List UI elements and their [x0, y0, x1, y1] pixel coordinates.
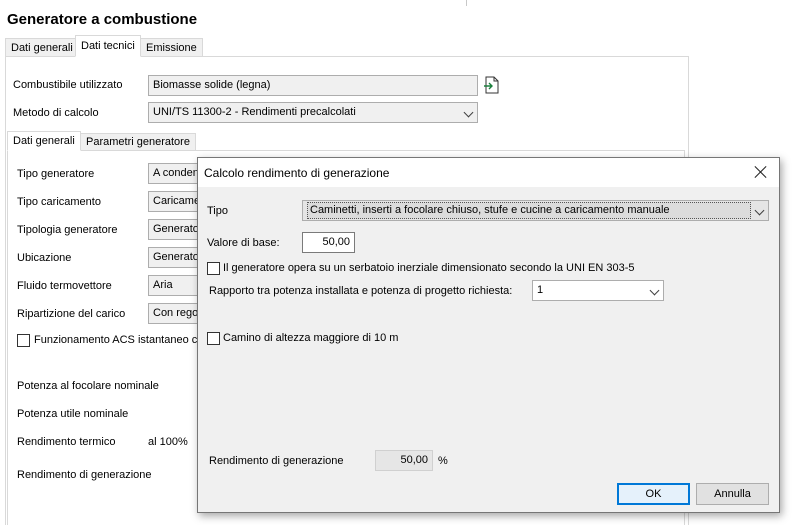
rapporto-label: Rapporto tra potenza installata e potenz…	[209, 285, 513, 297]
chevron-down-icon	[754, 205, 765, 216]
ok-button[interactable]: OK	[617, 483, 690, 505]
cancel-button[interactable]: Annulla	[696, 483, 769, 505]
tipologia-generatore-label: Tipologia generatore	[17, 224, 118, 236]
valore-base-input[interactable]: 50,00	[302, 232, 355, 253]
dialog-tipo-value: Caminetti, inserti a focolare chiuso, st…	[307, 202, 751, 219]
dialog-rendimento-label: Rendimento di generazione	[209, 455, 344, 467]
camino-label: Camino di altezza maggiore di 10 m	[223, 332, 399, 344]
fuel-label: Combustibile utilizzato	[13, 79, 123, 91]
calcolo-rendimento-dialog: Calcolo rendimento di generazione Tipo C…	[197, 157, 780, 513]
rapporto-select[interactable]: 1	[532, 280, 664, 301]
dialog-title: Calcolo rendimento di generazione	[204, 166, 390, 180]
acs-label: Funzionamento ACS istantaneo con	[34, 334, 210, 346]
dialog-rendimento-unit: %	[438, 455, 448, 467]
tipo-caricamento-label: Tipo caricamento	[17, 196, 101, 208]
tipo-generatore-label: Tipo generatore	[17, 168, 95, 180]
method-label: Metodo di calcolo	[13, 107, 99, 119]
rapporto-value: 1	[537, 284, 544, 296]
dialog-rendimento-value: 50,00	[375, 450, 433, 471]
method-select-value: UNI/TS 11300-2 - Rendimenti precalcolati	[153, 106, 356, 118]
subtab-dati-generali[interactable]: Dati generali	[7, 131, 81, 151]
select-fuel-icon[interactable]	[484, 76, 500, 94]
serbatoio-checkbox[interactable]	[207, 262, 220, 275]
ubicazione-label: Ubicazione	[17, 252, 72, 264]
divider	[466, 0, 467, 6]
page-title: Generatore a combustione	[7, 11, 198, 28]
rendimento-generazione-label: Rendimento di generazione	[17, 469, 152, 481]
rendimento-termico-suffix: al 100%	[148, 436, 188, 448]
camino-checkbox[interactable]	[207, 332, 220, 345]
potenza-utile-label: Potenza utile nominale	[17, 408, 129, 420]
rendimento-termico-label: Rendimento termico	[17, 436, 116, 448]
close-icon[interactable]	[753, 164, 769, 180]
chevron-down-icon	[649, 285, 660, 296]
dialog-tipo-select[interactable]: Caminetti, inserti a focolare chiuso, st…	[302, 200, 769, 221]
dialog-titlebar: Calcolo rendimento di generazione	[198, 158, 779, 187]
method-select[interactable]: UNI/TS 11300-2 - Rendimenti precalcolati	[148, 102, 478, 123]
serbatoio-label: Il generatore opera su un serbatoio iner…	[223, 262, 635, 274]
valore-base-label: Valore di base:	[207, 237, 280, 249]
fuel-field: Biomasse solide (legna)	[148, 75, 478, 96]
chevron-down-icon	[463, 107, 474, 118]
ripartizione-label: Ripartizione del carico	[17, 308, 126, 320]
dialog-tipo-label: Tipo	[207, 205, 228, 217]
acs-checkbox[interactable]	[17, 334, 30, 347]
potenza-focolare-label: Potenza al focolare nominale	[17, 380, 159, 392]
tab-dati-tecnici[interactable]: Dati tecnici	[75, 35, 141, 57]
fluido-label: Fluido termovettore	[17, 280, 112, 292]
